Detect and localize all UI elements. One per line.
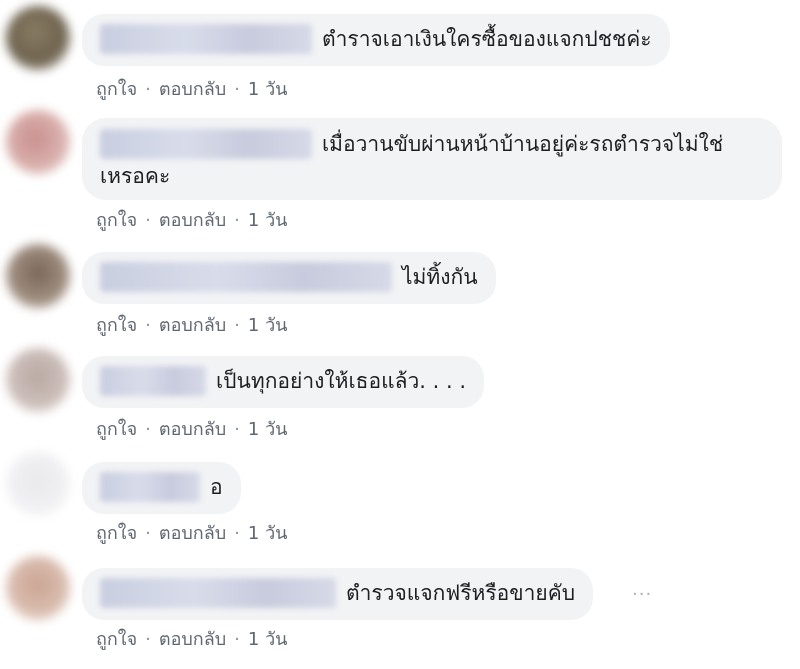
- comment-actions: ถูกใจ · ตอบกลับ · 1 วัน: [96, 310, 287, 339]
- comment-bubble: เมื่อวานขับผ่านหน้าบ้านอยู่ค่ะรถตำรวจไม่…: [82, 118, 782, 200]
- reply-link[interactable]: ตอบกลับ: [159, 79, 226, 100]
- comment-text: ตำรวจแจกฟรีหรือขายคับ: [346, 581, 576, 605]
- comment-text: อ: [210, 475, 223, 499]
- comment-actions: ถูกใจ · ตอบกลับ · 1 วัน: [96, 624, 287, 653]
- avatar[interactable]: [6, 556, 70, 620]
- author-name-blurred[interactable]: [100, 262, 392, 292]
- separator: ·: [234, 315, 240, 336]
- timestamp-link[interactable]: 1 วัน: [248, 419, 288, 440]
- like-link[interactable]: ถูกใจ: [96, 79, 137, 100]
- like-link[interactable]: ถูกใจ: [96, 629, 137, 650]
- comment-bubble: เป็นทุกอย่างให้เธอแล้ว. . . .: [82, 356, 485, 408]
- avatar[interactable]: [6, 110, 70, 174]
- separator: ·: [234, 79, 240, 100]
- avatar[interactable]: [6, 244, 70, 308]
- reply-link[interactable]: ตอบกลับ: [159, 523, 226, 544]
- timestamp-link[interactable]: 1 วัน: [248, 629, 288, 650]
- comment-bubble: อ: [82, 462, 241, 514]
- timestamp-link[interactable]: 1 วัน: [248, 315, 288, 336]
- author-name-blurred[interactable]: [100, 578, 336, 608]
- like-link[interactable]: ถูกใจ: [96, 315, 137, 336]
- avatar[interactable]: [6, 348, 70, 412]
- reply-link[interactable]: ตอบกลับ: [159, 210, 226, 231]
- timestamp-link[interactable]: 1 วัน: [248, 79, 288, 100]
- comment-text: ตำราจเอาเงินใครซื้อของแจกปชชค่ะ: [322, 27, 652, 51]
- reply-link[interactable]: ตอบกลับ: [159, 419, 226, 440]
- separator: ·: [145, 523, 151, 544]
- separator: ·: [145, 79, 151, 100]
- timestamp-link[interactable]: 1 วัน: [248, 523, 288, 544]
- author-name-blurred[interactable]: [100, 472, 200, 502]
- separator: ·: [234, 419, 240, 440]
- comment-text: ไม่ทิ้งกัน: [402, 265, 478, 289]
- separator: ·: [145, 210, 151, 231]
- separator: ·: [234, 210, 240, 231]
- separator: ·: [145, 419, 151, 440]
- like-link[interactable]: ถูกใจ: [96, 210, 137, 231]
- comment-bubble: ตำรวจแจกฟรีหรือขายคับ: [82, 568, 594, 620]
- comment-actions: ถูกใจ · ตอบกลับ · 1 วัน: [96, 205, 287, 234]
- comment-text: เมื่อวานขับผ่านหน้าบ้านอยู่ค่ะรถตำรวจไม่…: [322, 132, 724, 156]
- comment-actions: ถูกใจ · ตอบกลับ · 1 วัน: [96, 414, 287, 443]
- comment-text-continued: เหรอคะ: [100, 164, 171, 188]
- comment-bubble: ตำราจเอาเงินใครซื้อของแจกปชชค่ะ: [82, 14, 670, 66]
- author-name-blurred[interactable]: [100, 366, 206, 396]
- comment-bubble: ไม่ทิ้งกัน: [82, 252, 496, 304]
- like-link[interactable]: ถูกใจ: [96, 523, 137, 544]
- more-options-icon[interactable]: ···: [632, 584, 652, 605]
- separator: ·: [234, 629, 240, 650]
- author-name-blurred[interactable]: [100, 129, 312, 159]
- comment-actions: ถูกใจ · ตอบกลับ · 1 วัน: [96, 518, 287, 547]
- reply-link[interactable]: ตอบกลับ: [159, 315, 226, 336]
- like-link[interactable]: ถูกใจ: [96, 419, 137, 440]
- comment-actions: ถูกใจ · ตอบกลับ · 1 วัน: [96, 74, 287, 103]
- separator: ·: [145, 315, 151, 336]
- timestamp-link[interactable]: 1 วัน: [248, 210, 288, 231]
- avatar[interactable]: [6, 452, 70, 516]
- reply-link[interactable]: ตอบกลับ: [159, 629, 226, 650]
- separator: ·: [145, 629, 151, 650]
- comment-text: เป็นทุกอย่างให้เธอแล้ว. . . .: [216, 369, 467, 393]
- author-name-blurred[interactable]: [100, 24, 312, 54]
- separator: ·: [234, 523, 240, 544]
- avatar[interactable]: [6, 6, 70, 70]
